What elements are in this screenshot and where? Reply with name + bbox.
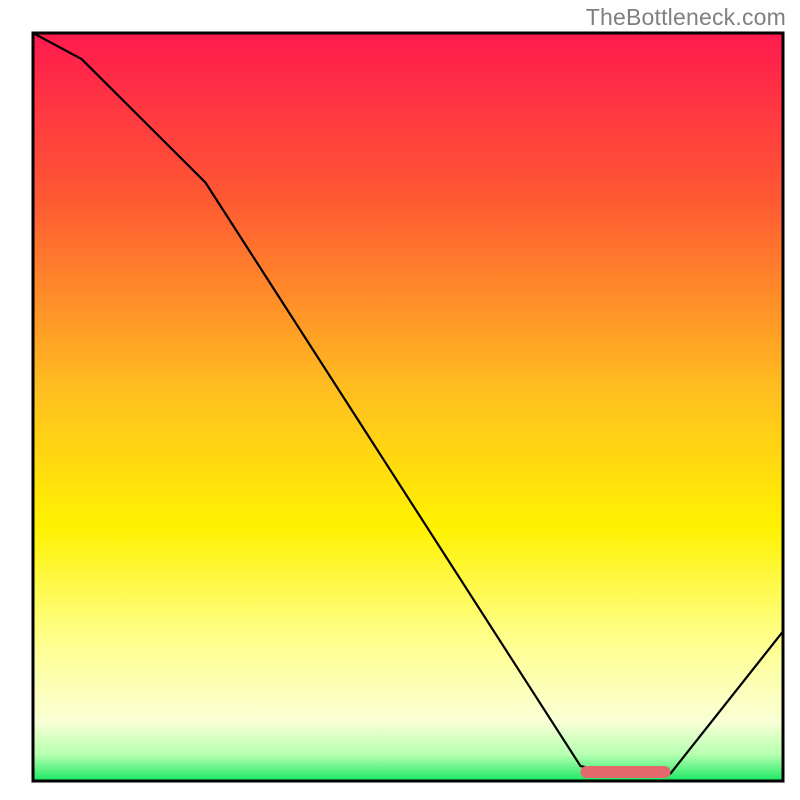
gradient-background bbox=[33, 33, 783, 781]
bottleneck-chart bbox=[0, 0, 800, 800]
chart-container: TheBottleneck.com bbox=[0, 0, 800, 800]
optimal-range-marker bbox=[581, 766, 671, 778]
